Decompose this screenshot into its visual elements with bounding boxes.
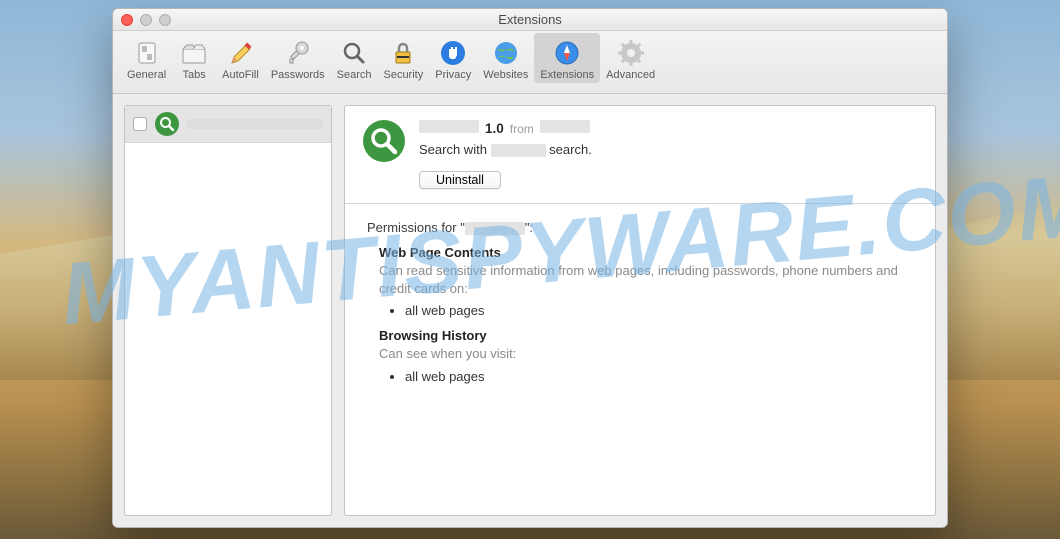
- minimize-icon[interactable]: [140, 14, 152, 26]
- tab-extensions[interactable]: Extensions: [534, 33, 600, 83]
- extension-title: 1.0 from: [419, 120, 917, 136]
- titlebar: Extensions: [113, 9, 947, 31]
- from-label: from: [510, 122, 534, 136]
- tab-websites[interactable]: Websites: [477, 33, 534, 83]
- publisher-blurred: [540, 120, 590, 133]
- tab-privacy[interactable]: Privacy: [429, 33, 477, 83]
- tab-general[interactable]: General: [121, 33, 172, 83]
- key-icon: [282, 37, 314, 69]
- magnifier-icon: [363, 120, 405, 162]
- tab-label: AutoFill: [222, 69, 259, 81]
- switch-icon: [131, 37, 163, 69]
- name-blurred: [491, 144, 546, 157]
- checkbox[interactable]: [133, 117, 147, 131]
- zoom-icon[interactable]: [159, 14, 171, 26]
- permissions-title: Permissions for "":: [367, 220, 913, 235]
- tab-autofill[interactable]: AutoFill: [216, 33, 265, 83]
- extension-description: Search with search.: [419, 142, 917, 157]
- section-desc: Can read sensitive information from web …: [379, 262, 913, 297]
- hand-icon: [437, 37, 469, 69]
- uninstall-button[interactable]: Uninstall: [419, 171, 501, 189]
- search-icon: [338, 37, 370, 69]
- tab-label: Passwords: [271, 69, 325, 81]
- extension-name-blurred: [187, 119, 323, 129]
- preferences-window: Extensions General Tabs AutoFill Passwor…: [112, 8, 948, 528]
- tab-label: Privacy: [435, 69, 471, 81]
- tab-security[interactable]: Security: [377, 33, 429, 83]
- gear-icon: [615, 37, 647, 69]
- section-title: Web Page Contents: [379, 245, 913, 260]
- name-blurred: [465, 222, 525, 235]
- tab-advanced[interactable]: Advanced: [600, 33, 661, 83]
- lock-icon: [387, 37, 419, 69]
- tab-label: Security: [383, 69, 423, 81]
- permission-section: Browsing History Can see when you visit:…: [379, 328, 913, 384]
- extension-version: 1.0: [485, 121, 504, 136]
- tab-label: Extensions: [540, 69, 594, 81]
- permission-section: Web Page Contents Can read sensitive inf…: [379, 245, 913, 318]
- tab-label: General: [127, 69, 166, 81]
- close-icon[interactable]: [121, 14, 133, 26]
- pencil-icon: [224, 37, 256, 69]
- toolbar: General Tabs AutoFill Passwords Search: [113, 31, 947, 94]
- tab-passwords[interactable]: Passwords: [265, 33, 331, 83]
- tab-label: Search: [337, 69, 372, 81]
- tab-label: Tabs: [183, 69, 206, 81]
- window-title: Extensions: [113, 12, 947, 27]
- list-item[interactable]: [125, 106, 331, 143]
- compass-icon: [551, 37, 583, 69]
- tabs-icon: [178, 37, 210, 69]
- section-title: Browsing History: [379, 328, 913, 343]
- tab-search[interactable]: Search: [331, 33, 378, 83]
- extension-detail: 1.0 from Search with search. Uninstall P…: [344, 105, 936, 516]
- permission-item: all web pages: [405, 369, 913, 384]
- magnifier-icon: [155, 112, 179, 136]
- extension-name-blurred: [419, 120, 479, 133]
- permissions-panel: Permissions for "": Web Page Contents Ca…: [345, 204, 935, 406]
- tab-tabs[interactable]: Tabs: [172, 33, 216, 83]
- tab-label: Advanced: [606, 69, 655, 81]
- section-desc: Can see when you visit:: [379, 345, 913, 363]
- permission-item: all web pages: [405, 303, 913, 318]
- globe-icon: [490, 37, 522, 69]
- tab-label: Websites: [483, 69, 528, 81]
- extensions-sidebar: [124, 105, 332, 516]
